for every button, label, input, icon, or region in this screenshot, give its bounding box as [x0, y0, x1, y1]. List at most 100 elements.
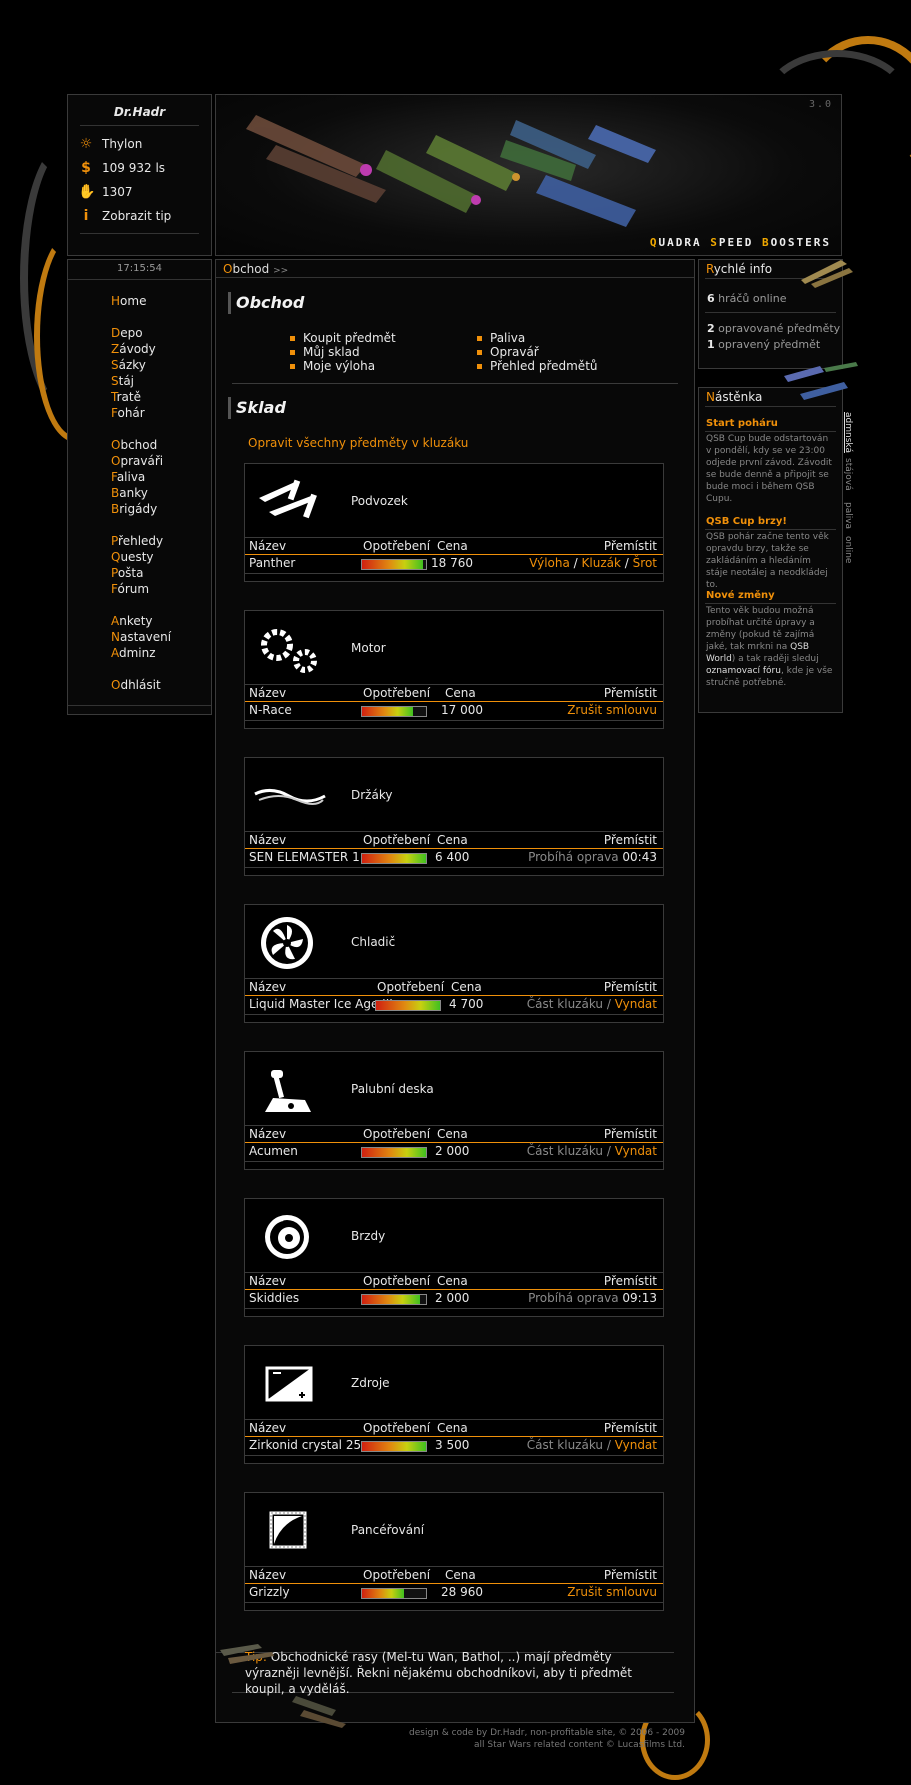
repair-all-link[interactable]: Opravit všechny předměty v kluzáku [248, 436, 468, 450]
menu-buy-item[interactable]: Koupit předmět [290, 331, 396, 345]
menu-my-storage[interactable]: Můj sklad [290, 345, 360, 359]
breadcrumb-current[interactable]: bchod [232, 262, 269, 276]
breadcrumb: Obchod >> [216, 260, 694, 278]
item-box-pancerovani: Pancéřování Název Opotřebení Cena Přemís… [244, 1492, 664, 1611]
nav-item-zavody[interactable]: Závody [111, 341, 156, 357]
col-name: Název [249, 1568, 287, 1582]
divider [80, 233, 199, 234]
show-tip-link[interactable]: i Zobrazit tip [78, 207, 172, 225]
move-actions: Výloha / Kluzák / Šrot [529, 556, 657, 570]
show-tip-label: Zobrazit tip [102, 209, 172, 223]
user-race: ☼ Thylon [78, 135, 143, 153]
col-price: Cena [451, 980, 482, 994]
col-move: Přemístit [603, 1421, 657, 1435]
holders-icon [254, 789, 326, 805]
nav-item-sazky[interactable]: Sázky [111, 357, 146, 373]
table-row: SEN ELEMASTER 1 6 400 Probíhá oprava 00:… [245, 849, 663, 868]
item-price: 4 700 [449, 997, 484, 1011]
table-row: N-Race 17 000 Zrušit smlouvu [245, 702, 663, 721]
nav-item-depo[interactable]: Depo [111, 325, 143, 341]
items-repaired-count: 1 [707, 338, 715, 351]
cancel-contract-link[interactable]: Zrušit smlouvu [567, 703, 657, 717]
part-of-pod-label: Část kluzáku [526, 1438, 604, 1452]
separator: / [573, 556, 578, 570]
nav-item-brigady[interactable]: Brigády [111, 501, 157, 517]
col-price: Cena [437, 1421, 468, 1435]
podracer-decoration-icon [220, 1644, 274, 1664]
item-name: N-Race [249, 703, 292, 717]
bullet-icon [290, 335, 295, 341]
wear-bar-fill [362, 707, 414, 716]
wear-bar [375, 1000, 441, 1011]
tab-admin[interactable]: admnská [843, 412, 853, 453]
board-tabs: admnská stájová paliva online [843, 412, 857, 572]
menu-repairman[interactable]: Opravář [477, 345, 539, 359]
table-row: Zirkonid crystal 25 3 500 Část kluzáku /… [245, 1437, 663, 1456]
players-online: 6 hráčů online [707, 292, 786, 305]
menu-items-overview[interactable]: Přehled předmětů [477, 359, 598, 373]
nav-item-home[interactable]: Home [111, 293, 146, 309]
breadcrumb-arrow: >> [273, 266, 289, 276]
col-price: Cena [437, 1127, 468, 1141]
nav-item-obchod[interactable]: Obchod [111, 437, 157, 453]
remove-link[interactable]: Vyndat [615, 1438, 657, 1452]
nav-item-ankety[interactable]: Ankety [111, 613, 153, 629]
move-to-showcase-link[interactable]: Výloha [529, 556, 570, 570]
nav-item-paliva[interactable]: Faliva [111, 469, 145, 485]
nav-item-questy[interactable]: Questy [111, 549, 154, 565]
col-price: Cena [445, 1568, 476, 1582]
quick-info-title: Rychlé info [706, 262, 773, 276]
nav-item-pohar[interactable]: Fohár [111, 405, 145, 421]
wear-bar [361, 1588, 427, 1599]
nav-item-posta[interactable]: Pošta [111, 565, 143, 581]
move-actions: Část kluzáku / Vyndat [527, 1144, 657, 1158]
header-banner: 3.0 QUADRA SPEED BOOSTERS [215, 94, 842, 256]
announcement-forum-link[interactable]: oznamovací fóru [706, 666, 781, 676]
tab-online[interactable]: online [843, 536, 853, 563]
news-title: QSB Cup brzy! [706, 516, 787, 527]
players-online-label: hráčů online [714, 292, 787, 305]
menu-my-showcase[interactable]: Moje výloha [290, 359, 375, 373]
item-category-label: Pancéřování [351, 1523, 425, 1537]
wear-bar-fill [376, 1001, 440, 1010]
nav-item-trate[interactable]: Tratě [111, 389, 141, 405]
col-price: Cena [437, 1274, 468, 1288]
user-credits: $ 109 932 ls [78, 159, 165, 177]
nav-item-forum[interactable]: Fórum [111, 581, 149, 597]
col-wear: Opotřebení [363, 1127, 431, 1141]
race-icon: ☼ [79, 136, 93, 152]
nav-item-odhlasit[interactable]: Odhlásit [111, 677, 161, 693]
move-actions: Část kluzáku / Vyndat [527, 1438, 657, 1452]
nav-item-prehledy[interactable]: Přehledy [111, 533, 163, 549]
nav-item-banky[interactable]: Banky [111, 485, 148, 501]
part-of-pod-label: Část kluzáku [526, 1144, 604, 1158]
user-count-value: 1307 [102, 185, 133, 199]
repair-status: Probíhá oprava 00:43 [528, 850, 657, 864]
credits-line: all Star Wars related content © Lucasfil… [474, 1740, 685, 1750]
remove-link[interactable]: Vyndat [615, 1144, 657, 1158]
table-header: Název Opotřebení Cena Přemístit [245, 1566, 663, 1584]
move-to-scrap-link[interactable]: Šrot [633, 556, 657, 570]
tab-stable[interactable]: stájová [843, 458, 853, 491]
nav-item-adminz[interactable]: Adminz [111, 645, 156, 661]
nav-item-staj[interactable]: Stáj [111, 373, 134, 389]
move-actions: Část kluzáku / Vyndat [527, 997, 657, 1011]
move-to-pod-link[interactable]: Kluzák [582, 556, 621, 570]
tab-fuels[interactable]: paliva [843, 502, 853, 529]
part-of-pod-label: Část kluzáku [526, 997, 604, 1011]
news-board-panel: Nástěnka Start poháru QSB Cup bude odsta… [698, 387, 843, 713]
remove-link[interactable]: Vyndat [615, 997, 657, 1011]
items-in-repair-count: 2 [707, 322, 715, 335]
menu-fuels[interactable]: Paliva [477, 331, 525, 345]
table-header: Název Opotřebení Cena Přemístit [245, 978, 663, 996]
nav-item-opravari[interactable]: Opraváři [111, 453, 163, 469]
cancel-contract-link[interactable]: Zrušit smlouvu [567, 1585, 657, 1599]
table-header: Název Opotřebení Cena Přemístit [245, 831, 663, 849]
engine-gears-icon [261, 629, 317, 673]
item-name: Skiddies [249, 1291, 300, 1305]
brand-word: UADRA [658, 236, 711, 249]
brand-letter: S [710, 236, 719, 249]
item-box-chladic: Chladič Název Opotřebení Cena Přemístit … [244, 904, 664, 1023]
divider [705, 603, 836, 604]
nav-item-nastaveni[interactable]: Nastavení [111, 629, 171, 645]
